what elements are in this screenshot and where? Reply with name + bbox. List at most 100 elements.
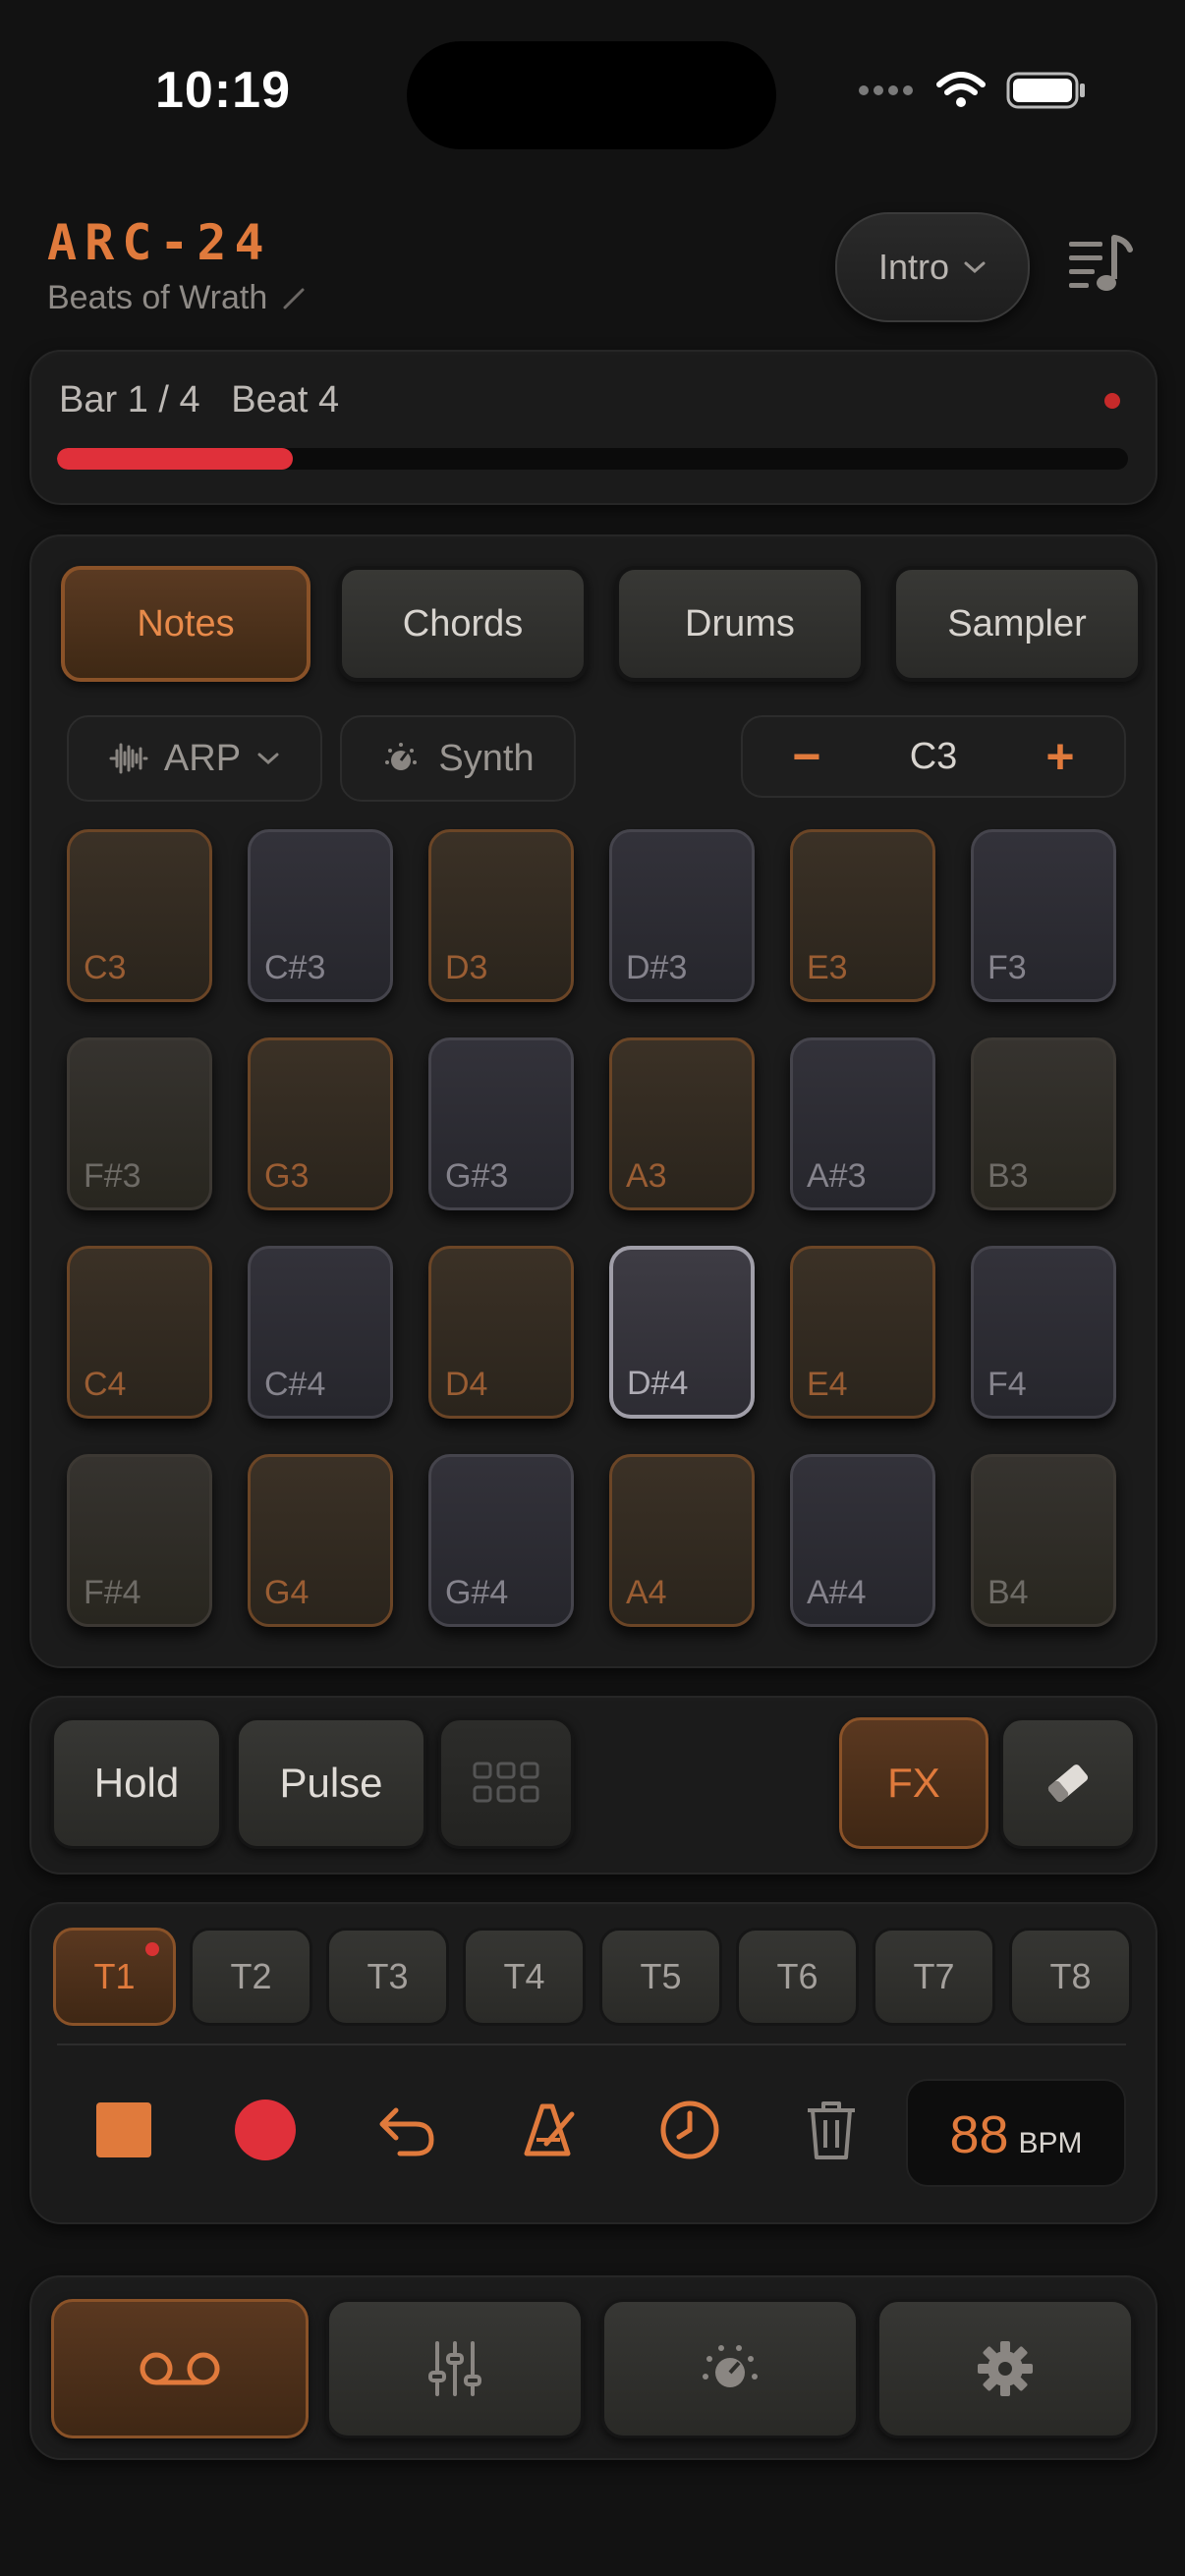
metronome-icon [524, 2103, 575, 2156]
record-button[interactable] [226, 2091, 305, 2169]
progress-card [29, 350, 1157, 505]
note-pad-label: G4 [264, 1574, 310, 1611]
note-pad[interactable]: B4 [971, 1454, 1116, 1627]
arp-selector[interactable]: ARP [67, 715, 322, 802]
status-icons [857, 71, 1087, 110]
note-pad[interactable]: G#3 [428, 1037, 574, 1210]
note-pad-label: A#3 [807, 1157, 867, 1195]
status-time: 10:19 [155, 62, 291, 119]
progress-track[interactable] [57, 448, 1128, 470]
mixer-icon [428, 2341, 481, 2396]
tab-drums[interactable]: Drums [615, 566, 865, 682]
clock-button[interactable] [650, 2091, 729, 2169]
note-pad[interactable]: E4 [790, 1246, 935, 1419]
eraser-icon [1047, 1764, 1089, 1802]
section-selector[interactable]: Intro [835, 212, 1030, 322]
playlist-icon[interactable] [1065, 228, 1136, 299]
undo-button[interactable] [367, 2091, 446, 2169]
bpm-value: 88 [949, 2105, 1009, 2164]
song-name-label: Beats of Wrath [47, 279, 268, 316]
app-title: ARC-24 [47, 214, 272, 271]
knob-icon [385, 743, 418, 770]
hold-button[interactable]: Hold [51, 1717, 222, 1849]
signal-icon [859, 85, 913, 95]
track-t8[interactable]: T8 [1009, 1928, 1132, 2026]
gear-icon [978, 2341, 1033, 2396]
nav-recorder[interactable] [51, 2299, 309, 2438]
note-pad[interactable]: C#4 [248, 1246, 393, 1419]
track-t6[interactable]: T6 [736, 1928, 859, 2026]
note-pad[interactable]: C#3 [248, 829, 393, 1002]
divider [57, 2044, 1126, 2045]
dial-icon [703, 2345, 758, 2387]
note-pad-label: D#4 [627, 1365, 689, 1402]
tape-icon [140, 2352, 220, 2385]
note-pad[interactable]: G4 [248, 1454, 393, 1627]
note-pad[interactable]: F3 [971, 829, 1116, 1002]
note-pad[interactable]: A3 [609, 1037, 755, 1210]
note-pad-label: E3 [807, 949, 848, 986]
nav-sound[interactable] [601, 2299, 859, 2438]
track-label: T4 [503, 1956, 545, 1996]
note-pad-label: A3 [626, 1157, 667, 1195]
edit-icon[interactable] [281, 286, 307, 311]
song-name[interactable]: Beats of Wrath [47, 279, 307, 317]
tab-chords[interactable]: Chords [338, 566, 588, 682]
track-t7[interactable]: T7 [873, 1928, 995, 2026]
track-t4[interactable]: T4 [463, 1928, 586, 2026]
octave-up-button[interactable]: + [1036, 728, 1085, 785]
note-pad-label: G#4 [445, 1574, 509, 1611]
note-pad[interactable]: A4 [609, 1454, 755, 1627]
track-label: T3 [367, 1956, 409, 1996]
note-pad-label: C4 [84, 1366, 127, 1403]
note-pad[interactable]: A#3 [790, 1037, 935, 1210]
note-pad[interactable]: C3 [67, 829, 212, 1002]
grid-button[interactable] [438, 1717, 574, 1849]
track-label: T7 [913, 1956, 955, 1996]
record-icon [235, 2100, 296, 2160]
note-pad[interactable]: B3 [971, 1037, 1116, 1210]
note-pad[interactable]: G#4 [428, 1454, 574, 1627]
note-pad[interactable]: C4 [67, 1246, 212, 1419]
metronome-button[interactable] [509, 2091, 588, 2169]
note-pad[interactable]: F#3 [67, 1037, 212, 1210]
note-pad-label: D3 [445, 949, 488, 986]
octave-down-button[interactable]: − [782, 728, 831, 785]
note-pad[interactable]: D4 [428, 1246, 574, 1419]
record-indicator [1104, 393, 1120, 409]
bar-beat-label: Bar 1 / 4 Beat 4 [59, 379, 340, 420]
note-pad[interactable]: D#3 [609, 829, 755, 1002]
note-pad[interactable]: F#4 [67, 1454, 212, 1627]
tab-sampler[interactable]: Sampler [892, 566, 1142, 682]
fx-button[interactable]: FX [839, 1717, 988, 1849]
track-t1[interactable]: T1 [53, 1928, 176, 2026]
bpm-display[interactable]: 88 BPM [906, 2079, 1126, 2187]
synth-label: Synth [438, 737, 535, 779]
note-pad-label: D4 [445, 1366, 488, 1403]
track-t2[interactable]: T2 [190, 1928, 312, 2026]
track-label: T6 [776, 1956, 818, 1996]
dynamic-island [407, 41, 776, 149]
pulse-button[interactable]: Pulse [236, 1717, 426, 1849]
eraser-button[interactable] [1000, 1717, 1136, 1849]
tab-notes[interactable]: Notes [61, 566, 310, 682]
track-label: T8 [1049, 1956, 1092, 1996]
nav-mixer[interactable] [326, 2299, 584, 2438]
nav-settings[interactable] [876, 2299, 1134, 2438]
track-t5[interactable]: T5 [599, 1928, 722, 2026]
note-pad-grid: C3 C#3 D3 D#3 E3 F3 F#3 G3 G#3 A3 A#3 B3 C4 C#4 D4 D#4 E… [67, 829, 1116, 1627]
clock-icon [660, 2100, 719, 2159]
note-pad[interactable]: D3 [428, 829, 574, 1002]
chevron-down-icon [257, 753, 279, 765]
note-pad-label: G#3 [445, 1157, 509, 1195]
note-pad[interactable]: F4 [971, 1246, 1116, 1419]
note-pad[interactable]: D#4 [609, 1246, 755, 1419]
chevron-down-icon [964, 261, 986, 274]
note-pad[interactable]: A#4 [790, 1454, 935, 1627]
note-pad[interactable]: G3 [248, 1037, 393, 1210]
delete-button[interactable] [792, 2091, 871, 2169]
synth-selector[interactable]: Synth [340, 715, 576, 802]
stop-button[interactable] [85, 2091, 163, 2169]
note-pad[interactable]: E3 [790, 829, 935, 1002]
track-t3[interactable]: T3 [326, 1928, 449, 2026]
